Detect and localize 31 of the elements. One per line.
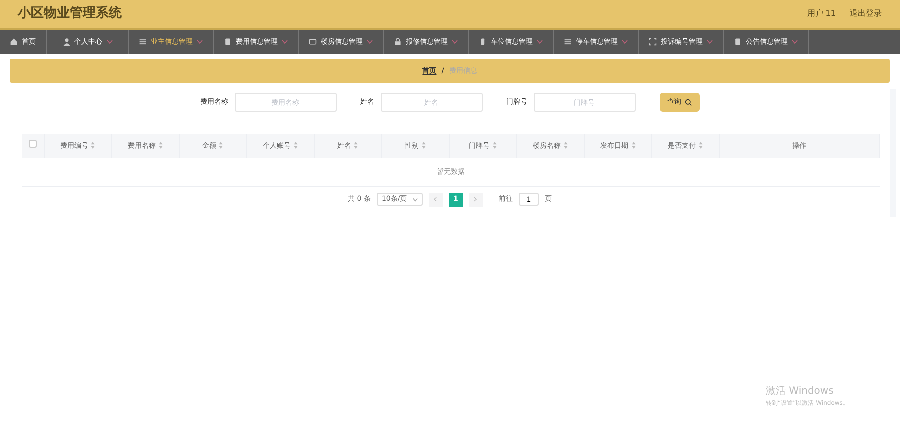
- logout-link[interactable]: 退出登录: [850, 8, 882, 20]
- activation-title: 激活 Windows: [766, 385, 835, 399]
- sort-icon[interactable]: [632, 142, 636, 150]
- chevron-right-icon: [474, 197, 478, 202]
- search-icon: [684, 99, 692, 106]
- message-icon: [309, 38, 317, 46]
- home-icon: [10, 38, 18, 46]
- frame-icon: [649, 38, 657, 46]
- list-icon: [564, 38, 572, 46]
- sort-icon[interactable]: [564, 142, 568, 150]
- document-icon: [224, 38, 232, 46]
- sort-icon[interactable]: [422, 142, 426, 150]
- chevron-left-icon: [434, 197, 438, 202]
- sort-icon[interactable]: [354, 142, 358, 150]
- sort-icon[interactable]: [219, 142, 224, 150]
- app-title: 小区物业管理系统: [18, 4, 122, 24]
- lock-icon: [394, 38, 402, 46]
- document-icon: [734, 38, 742, 46]
- sort-icon[interactable]: [699, 142, 704, 150]
- list-icon: [139, 38, 147, 46]
- select-all-checkbox[interactable]: [28, 140, 37, 148]
- next-page-button[interactable]: [468, 192, 483, 206]
- previous-page-button[interactable]: [428, 192, 443, 206]
- person-icon: [62, 38, 70, 46]
- sort-icon[interactable]: [493, 142, 498, 150]
- sort-icon[interactable]: [294, 142, 298, 150]
- chevron-icon: [412, 198, 418, 202]
- sort-icon[interactable]: [158, 142, 163, 150]
- phone-icon: [479, 38, 487, 46]
- sort-icon[interactable]: [91, 142, 96, 150]
- user-name: 用户 11: [807, 8, 836, 20]
